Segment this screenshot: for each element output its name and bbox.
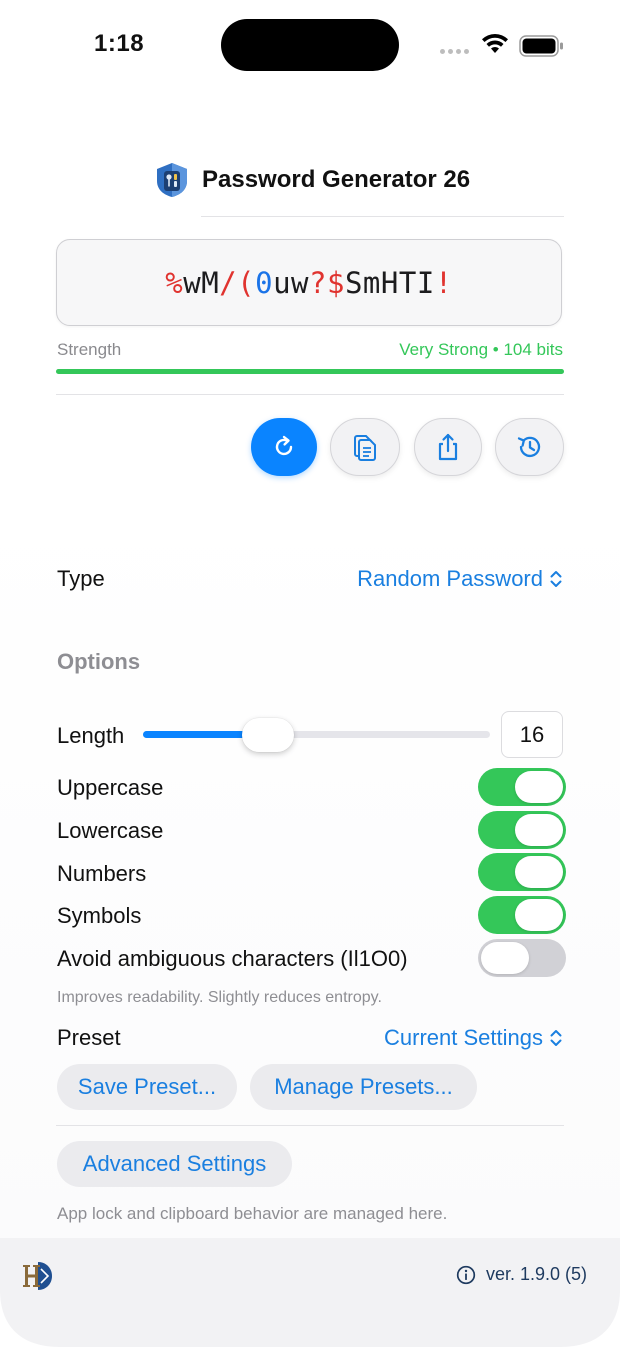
status-time: 1:18 <box>94 30 145 57</box>
numbers-label: Numbers <box>57 861 147 886</box>
preset-label: Preset <box>57 1025 121 1050</box>
password-char: $ <box>326 265 345 300</box>
save-preset-button[interactable]: Save Preset... <box>57 1064 237 1110</box>
preset-picker-value: Current Settings <box>384 1025 543 1050</box>
header-divider <box>201 216 564 217</box>
share-button[interactable] <box>414 418 482 476</box>
screen: 1:18 Password Generator 26 % w M /(0 u w? $ Sm H… <box>0 0 620 1347</box>
type-picker[interactable]: Random Password <box>357 566 563 592</box>
refresh-icon <box>275 435 293 456</box>
password-char: 0 <box>255 265 274 300</box>
copy-icon <box>354 435 376 461</box>
advanced-hint: App lock and clipboard behavior are mana… <box>57 1204 448 1223</box>
toggle-knob <box>515 771 563 803</box>
preset-picker[interactable]: Current Settings <box>384 1025 563 1051</box>
wifi-icon <box>482 33 508 53</box>
dynamic-island <box>221 19 399 71</box>
lowercase-label: Lowercase <box>57 818 164 843</box>
cellular-signal-icon <box>440 49 469 54</box>
app-logo-icon <box>157 163 187 197</box>
password-char: ? <box>309 265 327 300</box>
avoid-ambiguous-label: Avoid ambiguous characters (Il1O0) <box>57 946 408 971</box>
password-char: m <box>362 265 381 300</box>
app-title: Password Generator 26 <box>202 166 471 193</box>
share-icon <box>438 433 458 461</box>
toggle-knob <box>481 942 529 974</box>
length-slider[interactable] <box>143 731 490 738</box>
password-char: % <box>165 265 184 300</box>
developer-logo-icon <box>23 1262 52 1290</box>
password-char: S <box>344 265 363 300</box>
strength-meter-fill <box>56 369 564 374</box>
chevron-updown-icon <box>550 1030 562 1046</box>
length-value-field[interactable]: 16 <box>501 711 563 758</box>
history-button[interactable] <box>495 418 564 476</box>
version-info[interactable]: ver. 1.9.0 (5) <box>456 1264 587 1285</box>
password-char: u <box>273 265 292 300</box>
password-char: I <box>416 265 435 300</box>
strength-label: Strength <box>57 340 122 359</box>
strength-value: Very Strong • 104 bits <box>399 340 563 359</box>
section-divider <box>56 394 564 395</box>
history-icon <box>517 436 540 458</box>
options-header: Options <box>57 649 141 674</box>
chevron-updown-icon <box>550 571 562 587</box>
password-char: w <box>291 265 309 300</box>
type-picker-value: Random Password <box>357 566 543 591</box>
password-char: ! <box>434 265 453 300</box>
password-display[interactable]: % w M /(0 u w? $ Sm H T I! <box>56 239 562 326</box>
avoid-ambiguous-toggle[interactable] <box>478 939 566 977</box>
password-char: H <box>380 265 399 300</box>
lowercase-toggle[interactable] <box>478 811 566 849</box>
password-char: M <box>201 265 220 300</box>
version-label: ver. 1.9.0 (5) <box>485 1264 587 1284</box>
password-char: / <box>219 265 238 300</box>
uppercase-toggle[interactable] <box>478 768 566 806</box>
password-char: T <box>398 265 417 300</box>
copy-button[interactable] <box>330 418 400 476</box>
password-char: ( <box>237 265 256 300</box>
toggle-knob <box>515 856 563 888</box>
symbols-label: Symbols <box>57 903 142 928</box>
ambiguous-hint: Improves readability. Slightly reduces e… <box>57 989 382 1006</box>
length-slider-thumb[interactable] <box>241 718 294 752</box>
manage-presets-button[interactable]: Manage Presets... <box>250 1064 477 1110</box>
type-label: Type <box>57 566 105 591</box>
battery-icon <box>519 35 563 57</box>
uppercase-label: Uppercase <box>57 775 164 800</box>
strength-meter <box>56 369 564 374</box>
password-char: w <box>183 265 202 300</box>
advanced-settings-button[interactable]: Advanced Settings <box>57 1141 292 1187</box>
symbols-toggle[interactable] <box>478 896 566 934</box>
numbers-toggle[interactable] <box>478 853 566 891</box>
footer <box>0 1238 620 1347</box>
toggle-knob <box>515 814 563 846</box>
regenerate-button[interactable] <box>251 418 317 476</box>
length-label: Length <box>57 723 125 748</box>
section-divider <box>56 1125 564 1126</box>
info-icon <box>456 1265 476 1284</box>
toggle-knob <box>515 899 563 931</box>
